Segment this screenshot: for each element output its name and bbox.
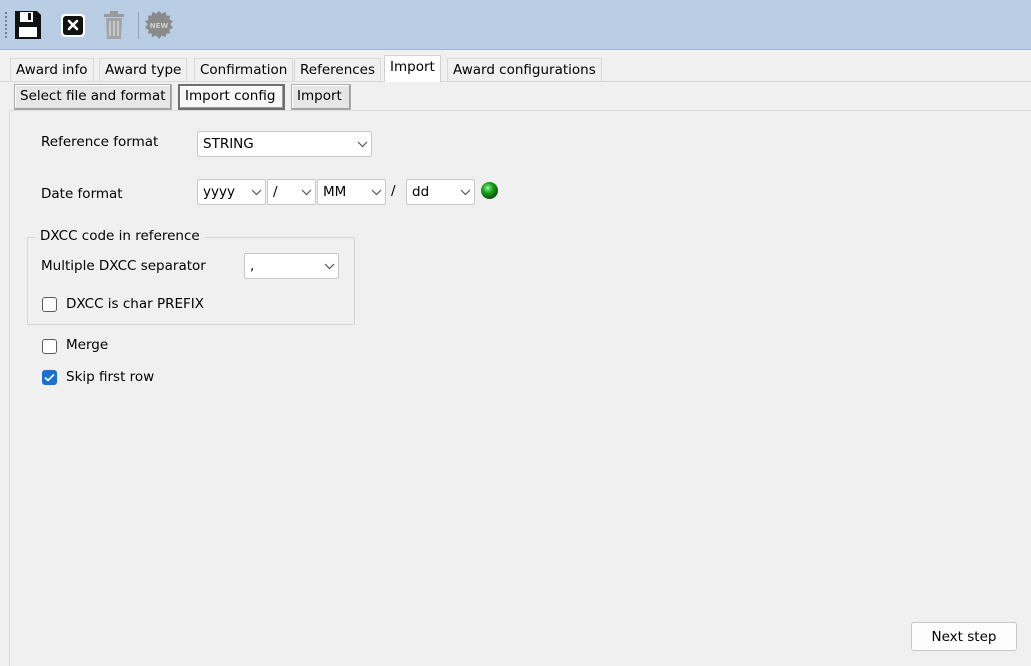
date-month-select[interactable]: MM bbox=[317, 179, 386, 205]
toolbar-separator bbox=[138, 12, 139, 39]
dxcc-prefix-checkbox[interactable] bbox=[42, 297, 57, 312]
date-day-value: dd bbox=[412, 184, 430, 200]
dxcc-separator-label: Multiple DXCC separator bbox=[41, 258, 206, 274]
import-config-panel bbox=[9, 110, 1031, 666]
date-year-select[interactable]: yyyy bbox=[197, 179, 266, 205]
date-format-label: Date format bbox=[41, 186, 123, 202]
chevron-down-icon bbox=[367, 179, 385, 205]
toolbar-grip[interactable] bbox=[4, 11, 8, 39]
tab-confirmation[interactable]: Confirmation bbox=[194, 58, 294, 81]
reference-format-label: Reference format bbox=[41, 134, 159, 150]
merge-label: Merge bbox=[66, 337, 109, 353]
skip-first-row-checkbox[interactable] bbox=[42, 370, 57, 385]
subtab-import[interactable]: Import bbox=[291, 84, 351, 110]
tab-award-type[interactable]: Award type bbox=[99, 58, 188, 81]
tab-award-info[interactable]: Award info bbox=[10, 58, 94, 81]
subtab-import-config[interactable]: Import config bbox=[178, 84, 285, 110]
next-step-button[interactable]: Next step bbox=[911, 622, 1017, 651]
tab-divider bbox=[0, 81, 1031, 82]
chevron-down-icon bbox=[297, 179, 315, 205]
save-button[interactable] bbox=[13, 9, 43, 41]
skip-first-row-label: Skip first row bbox=[66, 369, 155, 385]
reference-format-select[interactable]: STRING bbox=[197, 131, 372, 157]
new-button[interactable]: NEW bbox=[144, 9, 174, 41]
date-separator-value: / bbox=[273, 184, 278, 200]
chevron-down-icon bbox=[353, 131, 371, 157]
date-day-select[interactable]: dd bbox=[406, 179, 475, 205]
trash-icon bbox=[104, 11, 124, 39]
checkmark-icon bbox=[44, 373, 55, 382]
chevron-down-icon bbox=[320, 253, 338, 279]
chevron-down-icon bbox=[456, 179, 474, 205]
date-month-value: MM bbox=[323, 184, 347, 200]
dxcc-group-title: DXCC code in reference bbox=[35, 228, 205, 244]
date-format-status-icon bbox=[480, 181, 499, 200]
tab-award-configurations[interactable]: Award configurations bbox=[447, 58, 602, 81]
close-icon bbox=[61, 14, 85, 37]
chevron-down-icon bbox=[247, 179, 265, 205]
subtab-select-file-and-format[interactable]: Select file and format bbox=[14, 84, 172, 110]
dxcc-prefix-label: DXCC is char PREFIX bbox=[66, 296, 205, 312]
reference-format-value: STRING bbox=[203, 136, 254, 152]
delete-button[interactable] bbox=[99, 9, 129, 41]
date-year-value: yyyy bbox=[203, 184, 235, 200]
date-separator-select[interactable]: / bbox=[267, 179, 316, 205]
new-badge-icon: NEW bbox=[144, 10, 174, 40]
tab-import[interactable]: Import bbox=[384, 55, 441, 82]
dxcc-separator-select[interactable]: , bbox=[244, 253, 339, 279]
close-button[interactable] bbox=[58, 9, 88, 41]
svg-text:NEW: NEW bbox=[150, 21, 169, 30]
tab-references[interactable]: References bbox=[294, 58, 382, 81]
dxcc-separator-value: , bbox=[250, 258, 255, 274]
date-separator-static: / bbox=[391, 183, 396, 199]
merge-checkbox[interactable] bbox=[42, 339, 57, 354]
floppy-disk-icon bbox=[15, 11, 41, 39]
